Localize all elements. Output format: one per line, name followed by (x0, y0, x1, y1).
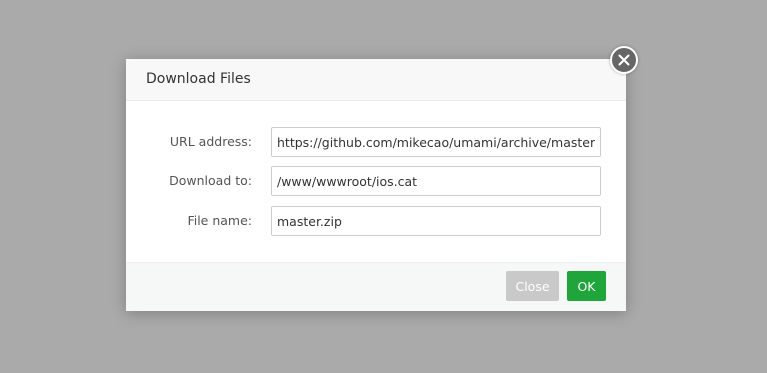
dialog-header: Download Files (126, 59, 626, 101)
download-to-label: Download to: (169, 173, 252, 188)
download-to-input[interactable] (271, 166, 601, 196)
download-to-row: Download to: (126, 166, 626, 196)
file-name-input[interactable] (271, 206, 601, 236)
download-files-dialog: Download Files URL address: Download to:… (126, 46, 638, 311)
ok-button[interactable]: OK (567, 271, 606, 301)
dialog-title: Download Files (146, 71, 251, 87)
close-icon[interactable] (610, 46, 638, 74)
dialog-footer: Close OK (126, 262, 626, 311)
url-address-input[interactable] (271, 127, 601, 157)
close-button[interactable]: Close (506, 271, 559, 301)
url-address-label: URL address: (169, 134, 252, 149)
x-mark-icon (618, 54, 630, 66)
file-name-label: File name: (187, 213, 252, 228)
url-address-row: URL address: (126, 127, 626, 157)
file-name-row: File name: (126, 206, 626, 236)
